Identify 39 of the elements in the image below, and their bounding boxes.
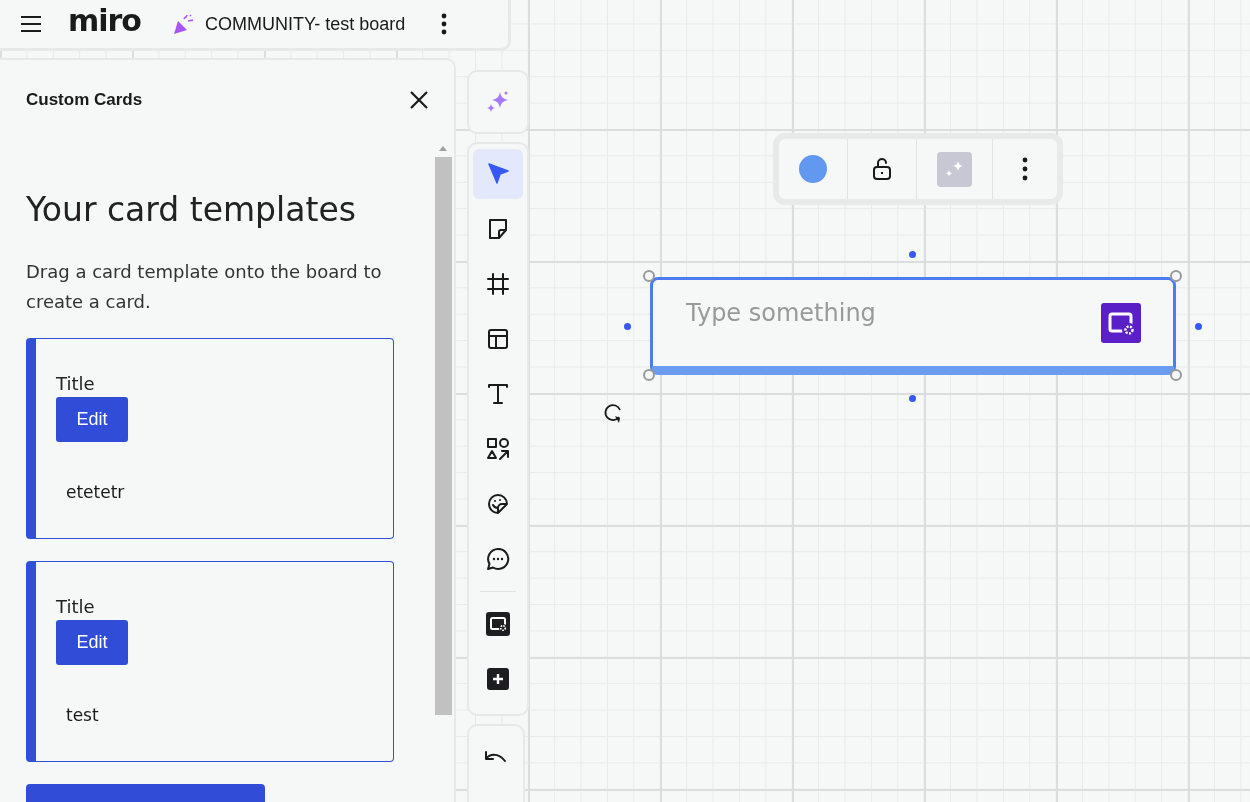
logo: miro: [68, 6, 141, 40]
connector-dot[interactable]: [909, 251, 916, 258]
text-icon: [485, 381, 511, 407]
frame-icon: [485, 271, 511, 297]
card-app-icon: [485, 611, 511, 637]
rotate-icon[interactable]: [603, 402, 623, 424]
resize-handle[interactable]: [1170, 270, 1182, 282]
card-title: Title: [56, 596, 96, 618]
more-options-icon[interactable]: [1022, 157, 1028, 181]
menu-icon[interactable]: [20, 15, 42, 33]
comment-icon: [485, 546, 511, 572]
card-placeholder: Type something: [686, 299, 876, 327]
panel-description: Drag a card template onto the board to create a card.: [26, 260, 383, 314]
cursor-arrow-icon: [485, 161, 511, 187]
plus-icon: [485, 666, 511, 692]
color-swatch[interactable]: [799, 155, 827, 183]
resize-handle[interactable]: [643, 369, 655, 381]
card-template[interactable]: Title Edit etetetr: [26, 338, 394, 539]
layout-icon: [485, 326, 511, 352]
resize-handle[interactable]: [1170, 369, 1182, 381]
connector-dot[interactable]: [1195, 323, 1202, 330]
panel-heading: Your card templates: [26, 190, 357, 229]
card-title: Title: [56, 373, 96, 395]
panel-title: Custom Cards: [26, 90, 143, 110]
connector-dot[interactable]: [624, 323, 631, 330]
card-template[interactable]: Title Edit test: [26, 561, 394, 762]
sticker-icon: [485, 491, 511, 517]
card-text: etetetr: [66, 482, 126, 502]
card-app-icon[interactable]: [1101, 303, 1141, 343]
resize-handle[interactable]: [643, 270, 655, 282]
shapes-icon: [485, 436, 511, 462]
connector-dot[interactable]: [909, 395, 916, 402]
card-text: test: [66, 705, 100, 725]
board-name[interactable]: COMMUNITY- test board: [204, 13, 406, 35]
edit-button[interactable]: Edit: [56, 397, 128, 442]
more-options-icon[interactable]: [441, 13, 448, 35]
edit-button[interactable]: Edit: [56, 620, 128, 665]
close-icon[interactable]: [409, 90, 429, 110]
unlock-icon[interactable]: [871, 157, 893, 181]
